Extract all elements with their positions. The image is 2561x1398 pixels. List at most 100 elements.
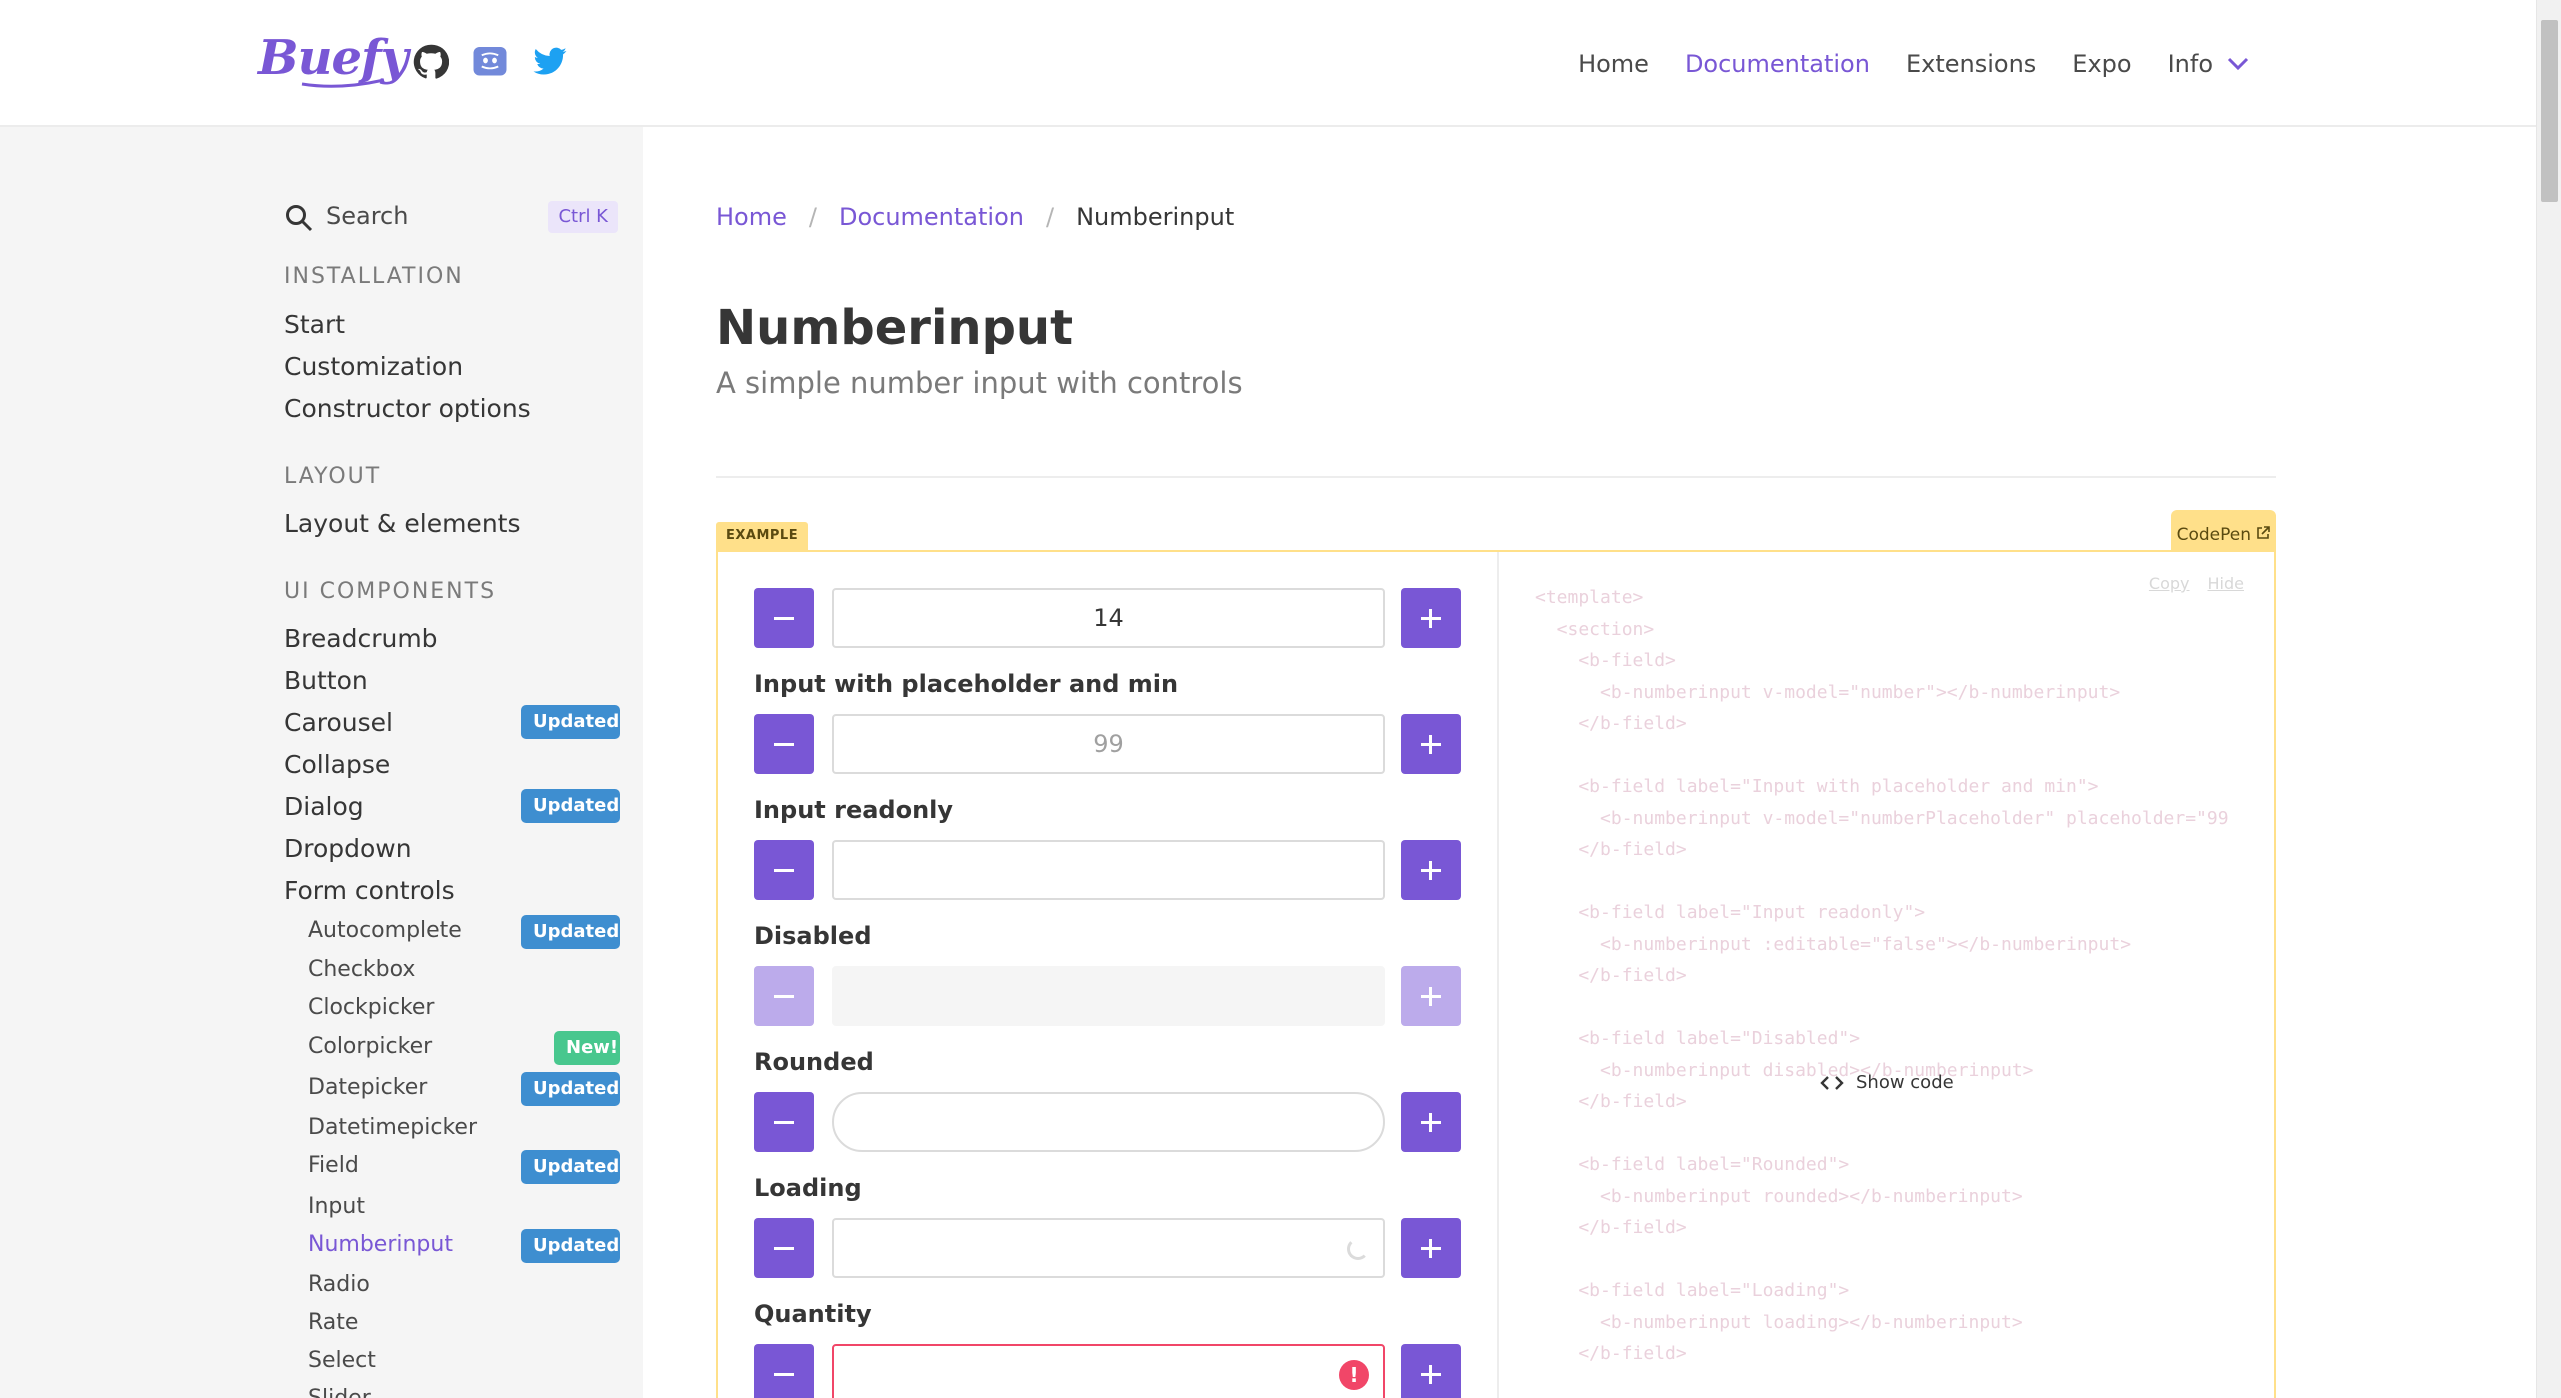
code-line: <b-numberinput loading></b-numberinput> xyxy=(1535,1311,2023,1333)
number-input-loading[interactable] xyxy=(832,1218,1385,1278)
code-line: </b-field> xyxy=(1535,713,1687,734)
code-line: </b-field> xyxy=(1535,1217,1687,1238)
breadcrumb-documentation[interactable]: Documentation xyxy=(839,203,1024,231)
sidebar-item-colorpicker[interactable]: Colorpicker xyxy=(308,1034,432,1059)
sidebar-item-slider[interactable]: Slider xyxy=(308,1386,371,1398)
twitter-icon[interactable] xyxy=(532,44,568,80)
updated-badge: Updated xyxy=(521,915,620,949)
sidebar-item-button[interactable]: Button xyxy=(284,666,368,695)
search-button[interactable]: Search Ctrl K xyxy=(284,197,620,239)
code-line: <b-field label="Rounded"> xyxy=(1535,1154,1850,1175)
breadcrumb-separator: / xyxy=(1045,203,1055,231)
breadcrumb-separator: / xyxy=(808,203,817,231)
nav-documentation[interactable]: Documentation xyxy=(1685,50,1870,78)
show-code-button[interactable]: Show code xyxy=(1820,1072,1954,1093)
divider xyxy=(716,476,2276,478)
increment-button[interactable] xyxy=(1401,1092,1461,1152)
decrement-button[interactable] xyxy=(754,588,814,648)
nav-info-dropdown[interactable]: Info xyxy=(2168,50,2249,78)
number-input-rounded[interactable] xyxy=(832,1092,1385,1152)
discord-icon[interactable] xyxy=(472,44,508,80)
sidebar-item-form-controls[interactable]: Form controls xyxy=(284,876,455,905)
sidebar-item-field[interactable]: Field xyxy=(308,1153,359,1178)
sidebar-item-layout-elements[interactable]: Layout & elements xyxy=(284,509,521,538)
external-link-icon xyxy=(2257,526,2271,539)
decrement-button[interactable] xyxy=(754,1344,814,1398)
sidebar-item-numberinput[interactable]: Numberinput xyxy=(308,1232,453,1257)
code-line: <b-field label="Loading"> xyxy=(1535,1280,1850,1301)
decrement-button[interactable] xyxy=(754,714,814,774)
increment-button[interactable] xyxy=(1401,588,1461,648)
sidebar-item-input[interactable]: Input xyxy=(308,1194,365,1219)
code-line: <b-numberinput :editable="false"></b-num… xyxy=(1535,933,2132,955)
sidebar-item-customization[interactable]: Customization xyxy=(284,352,463,381)
code-line: </b-field> xyxy=(1535,839,1687,860)
page-subtitle: A simple number input with controls xyxy=(716,366,1243,400)
example-tag: EXAMPLE xyxy=(716,522,809,550)
number-input-quantity[interactable]: ! xyxy=(832,1344,1385,1398)
sidebar-item-carousel[interactable]: Carousel xyxy=(284,708,393,737)
main-nav: Home Documentation Extensions Expo Info xyxy=(1578,0,2249,127)
increment-button[interactable] xyxy=(1401,1344,1461,1398)
show-code-label: Show code xyxy=(1856,1072,1954,1093)
sidebar-item-start[interactable]: Start xyxy=(284,310,345,339)
code-line: <b-field> xyxy=(1535,650,1676,671)
field-label: Loading xyxy=(754,1174,862,1202)
decrement-button[interactable] xyxy=(754,1092,814,1152)
sidebar-item-collapse[interactable]: Collapse xyxy=(284,750,390,779)
section-ui-components: UI COMPONENTS xyxy=(284,579,497,604)
example-preview: 14 Input with placeholder and min 99 Inp… xyxy=(718,552,1499,1398)
loading-spinner-icon xyxy=(1347,1238,1369,1260)
sidebar-item-constructor-options[interactable]: Constructor options xyxy=(284,394,531,423)
nav-extensions[interactable]: Extensions xyxy=(1906,50,2036,78)
nav-home[interactable]: Home xyxy=(1578,50,1649,78)
sidebar-item-checkbox[interactable]: Checkbox xyxy=(308,957,415,982)
number-input-disabled xyxy=(832,966,1385,1026)
section-installation: INSTALLATION xyxy=(284,264,464,289)
code-line: <b-field label="Disabled"> xyxy=(1535,1028,1861,1049)
sidebar-item-select[interactable]: Select xyxy=(308,1348,376,1373)
chevron-down-icon xyxy=(2227,57,2249,70)
code-panel: Copy Hide <template> <section> <b-field>… xyxy=(1499,552,2274,1398)
sidebar-item-radio[interactable]: Radio xyxy=(308,1272,370,1297)
nav-expo[interactable]: Expo xyxy=(2072,50,2131,78)
updated-badge: Updated xyxy=(521,1072,620,1106)
scrollbar-thumb[interactable] xyxy=(2541,20,2558,202)
decrement-button-disabled xyxy=(754,966,814,1026)
breadcrumb-home[interactable]: Home xyxy=(716,203,787,231)
code-line: <b-numberinput rounded></b-numberinput> xyxy=(1535,1185,2023,1207)
search-label: Search xyxy=(326,202,409,230)
increment-button[interactable] xyxy=(1401,714,1461,774)
number-input[interactable]: 14 xyxy=(832,588,1385,648)
page-scrollbar[interactable] xyxy=(2536,0,2561,1398)
breadcrumb-current: Numberinput xyxy=(1076,203,1235,231)
code-line: <b-field label="Input with placeholder a… xyxy=(1535,776,2099,797)
code-snippet: <template> <section> <b-field> <b-number… xyxy=(1535,582,2229,1370)
sidebar-item-autocomplete[interactable]: Autocomplete xyxy=(308,918,462,943)
sidebar-item-breadcrumb[interactable]: Breadcrumb xyxy=(284,624,438,653)
decrement-button[interactable] xyxy=(754,1218,814,1278)
sidebar-item-datetimepicker[interactable]: Datetimepicker xyxy=(308,1115,477,1140)
codepen-button[interactable]: CodePen xyxy=(2171,510,2276,552)
error-icon: ! xyxy=(1339,1360,1369,1390)
code-line: <b-field label="Input readonly"> xyxy=(1535,902,1926,923)
increment-button[interactable] xyxy=(1401,840,1461,900)
sidebar-item-datepicker[interactable]: Datepicker xyxy=(308,1075,427,1100)
number-input-placeholder[interactable]: 99 xyxy=(832,714,1385,774)
number-input-readonly xyxy=(832,840,1385,900)
search-shortcut: Ctrl K xyxy=(548,201,618,233)
field-label: Input with placeholder and min xyxy=(754,670,1179,698)
increment-button-disabled xyxy=(1401,966,1461,1026)
github-icon[interactable] xyxy=(413,44,449,80)
top-navbar: Buefy Home Documentation Extensions Expo… xyxy=(0,0,2536,127)
decrement-button[interactable] xyxy=(754,840,814,900)
sidebar-item-dialog[interactable]: Dialog xyxy=(284,792,364,821)
sidebar-item-rate[interactable]: Rate xyxy=(308,1310,358,1335)
sidebar-item-clockpicker[interactable]: Clockpicker xyxy=(308,995,434,1020)
increment-button[interactable] xyxy=(1401,1218,1461,1278)
sidebar-item-dropdown[interactable]: Dropdown xyxy=(284,834,412,863)
field-label: Disabled xyxy=(754,922,872,950)
